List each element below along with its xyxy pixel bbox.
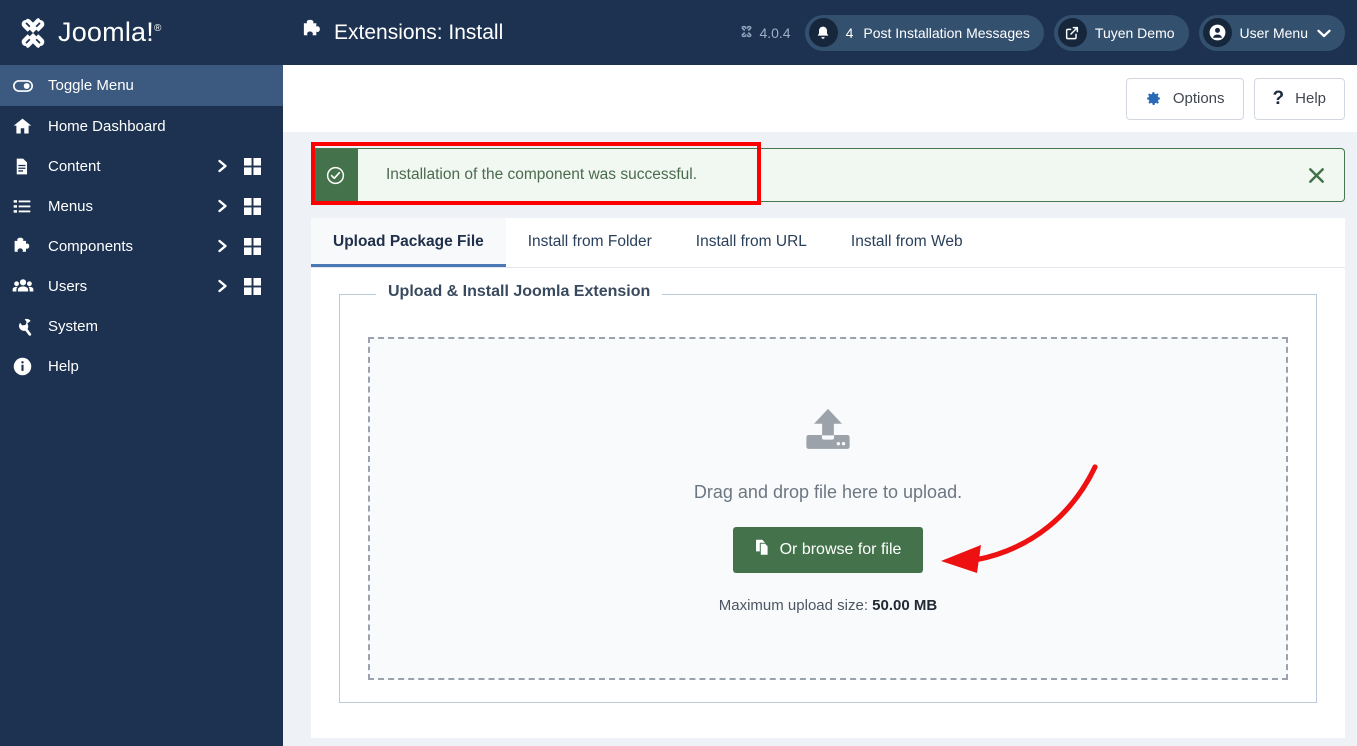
messages-count: 4 (845, 24, 854, 41)
joomla-admin-page: Joomla!® Toggle Menu Home Dashboard Cont… (0, 0, 1357, 746)
sidebar-item-toggle-menu[interactable]: Toggle Menu (0, 65, 283, 106)
sidebar-item-label: Components (48, 237, 134, 255)
home-icon (12, 116, 38, 137)
sidebar-item-label: Content (48, 157, 101, 175)
content-area: Installation of the component was succes… (283, 132, 1357, 738)
drop-instruction-text: Drag and drop file here to upload. (693, 482, 963, 502)
list-icon (12, 196, 38, 216)
bell-icon (808, 18, 838, 47)
document-icon (12, 157, 38, 176)
sidebar-item-label: Menus (48, 197, 94, 215)
user-circle-icon (1202, 18, 1232, 47)
max-upload-size-label: Maximum upload size: (718, 597, 868, 614)
dashboard-grid-icon[interactable] (235, 157, 269, 175)
options-label: Options (1172, 90, 1225, 107)
sidebar: Joomla!® Toggle Menu Home Dashboard Cont… (0, 0, 283, 746)
chevron-right-icon[interactable] (209, 158, 235, 174)
sidebar-item-content[interactable]: Content (0, 146, 283, 186)
files-icon (755, 539, 771, 561)
toggle-icon (12, 75, 38, 97)
install-card: Upload Package File Install from Folder … (311, 218, 1345, 738)
max-upload-size: Maximum upload size: 50.00 MB (719, 597, 937, 614)
joomla-version: 4.0.4 (739, 24, 791, 42)
alert-wrapper: Installation of the component was succes… (311, 142, 1345, 205)
chevron-right-icon[interactable] (209, 198, 235, 214)
page-toolbar: Options ? Help (283, 65, 1357, 132)
tab-install-from-web[interactable]: Install from Web (828, 218, 985, 267)
page-title-text: Extensions: Install (334, 20, 504, 44)
chevron-right-icon[interactable] (209, 238, 235, 254)
sidebar-nav: Toggle Menu Home Dashboard Content Menus… (0, 65, 283, 386)
upload-fieldset: Upload & Install Joomla Extension Drag a… (339, 283, 1317, 703)
dashboard-grid-icon[interactable] (235, 237, 269, 255)
joomla-logo-icon (14, 14, 52, 52)
sidebar-item-label: Help (48, 357, 79, 375)
help-label: Help (1295, 90, 1326, 107)
wrench-icon (12, 316, 38, 337)
top-header-bar: Extensions: Install 4.0.4 4 Post Install… (283, 0, 1357, 65)
user-menu-label: User Menu (1239, 24, 1308, 41)
site-preview-button[interactable]: Tuyen Demo (1053, 14, 1189, 51)
header-actions: 4.0.4 4 Post Installation Messages Tuyen… (739, 14, 1345, 51)
brand-logo[interactable]: Joomla!® (0, 0, 283, 65)
chevron-down-icon (1317, 25, 1331, 41)
upload-icon (801, 403, 855, 462)
sidebar-item-label: Home Dashboard (48, 117, 166, 135)
sidebar-item-system[interactable]: System (0, 306, 283, 346)
user-menu-button[interactable]: User Menu (1198, 14, 1345, 51)
help-button[interactable]: ? Help (1253, 77, 1345, 120)
sidebar-item-users[interactable]: Users (0, 266, 283, 306)
sidebar-item-label: Toggle Menu (48, 77, 134, 94)
brand-name: Joomla!® (58, 17, 162, 47)
sidebar-item-components[interactable]: Components (0, 226, 283, 266)
messages-label: Post Installation Messages (863, 24, 1030, 41)
puzzle-icon (12, 236, 38, 257)
tab-upload-package-file[interactable]: Upload Package File (311, 218, 506, 267)
sidebar-item-help[interactable]: Help (0, 346, 283, 386)
sidebar-item-menus[interactable]: Menus (0, 186, 283, 226)
chevron-right-icon[interactable] (209, 278, 235, 294)
file-dropzone[interactable]: Drag and drop file here to upload. Or br… (368, 337, 1288, 680)
fieldset-legend: Upload & Install Joomla Extension (376, 283, 663, 301)
gear-icon (1145, 90, 1162, 107)
success-alert: Installation of the component was succes… (311, 148, 1345, 202)
dashboard-grid-icon[interactable] (235, 197, 269, 215)
sidebar-item-label: System (48, 317, 99, 335)
post-installation-messages-button[interactable]: 4 Post Installation Messages (804, 14, 1044, 51)
tab-install-from-folder[interactable]: Install from Folder (505, 218, 674, 267)
check-circle-icon (312, 149, 358, 201)
browse-button-label: Or browse for file (779, 541, 902, 558)
sidebar-item-home-dashboard[interactable]: Home Dashboard (0, 106, 283, 146)
close-icon[interactable] (1288, 149, 1344, 201)
info-icon (12, 356, 38, 377)
joomla-mark-icon (739, 24, 754, 42)
max-upload-size-value: 50.00 MB (872, 597, 938, 614)
browse-for-file-button[interactable]: Or browse for file (732, 527, 924, 573)
sidebar-item-label: Users (48, 277, 88, 295)
external-link-icon (1057, 18, 1087, 47)
puzzle-icon (301, 18, 324, 47)
page-title: Extensions: Install (301, 18, 739, 47)
tab-install-from-url[interactable]: Install from URL (673, 218, 829, 267)
dashboard-grid-icon[interactable] (235, 277, 269, 295)
version-number: 4.0.4 (759, 24, 791, 41)
main-area: Extensions: Install 4.0.4 4 Post Install… (283, 0, 1357, 746)
options-button[interactable]: Options (1125, 77, 1244, 120)
alert-message: Installation of the component was succes… (386, 166, 698, 183)
users-icon (12, 275, 38, 297)
site-name-label: Tuyen Demo (1094, 24, 1175, 41)
question-mark-icon: ? (1272, 87, 1285, 109)
install-tabs: Upload Package File Install from Folder … (311, 218, 1345, 268)
upload-panel: Upload & Install Joomla Extension Drag a… (311, 268, 1345, 731)
